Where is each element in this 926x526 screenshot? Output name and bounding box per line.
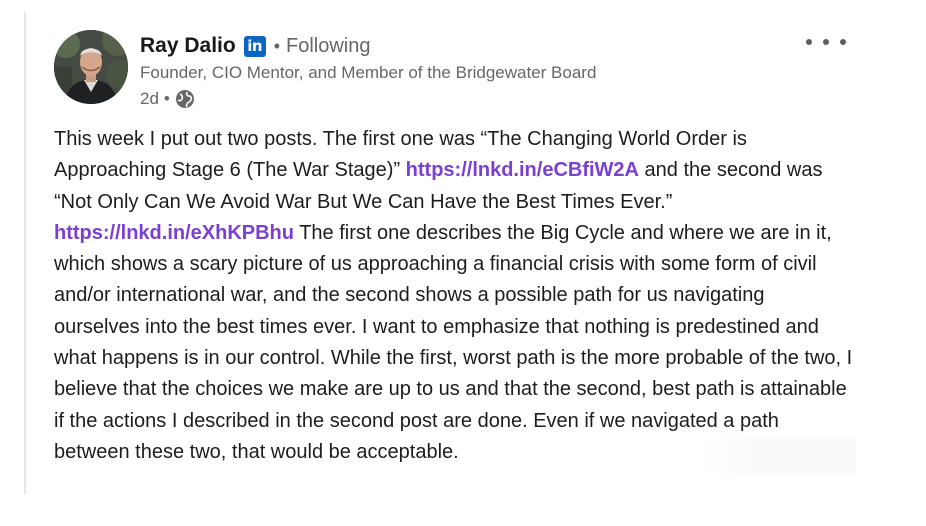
profile-photo xyxy=(54,30,128,104)
author-line: Ray Dalio in • Following xyxy=(140,32,371,60)
post-body: This week I put out two posts. The first… xyxy=(54,124,854,468)
avatar[interactable] xyxy=(54,30,128,104)
following-status[interactable]: Following xyxy=(286,35,370,58)
menu-dot xyxy=(840,39,846,45)
separator-dot: • xyxy=(163,89,170,108)
menu-dot xyxy=(806,39,812,45)
card-left-edge xyxy=(24,12,32,494)
menu-dot xyxy=(823,39,829,45)
post-link-2[interactable]: https://lnkd.in/eXhKPBhu xyxy=(54,222,294,244)
post-meta: 2d • xyxy=(140,88,195,110)
post-text: The first one describes the Big Cycle an… xyxy=(54,221,853,463)
post-link-1[interactable]: https://lnkd.in/eCBfiW2A xyxy=(406,159,639,181)
globe-icon xyxy=(175,89,195,109)
text-fade-overlay xyxy=(700,438,856,474)
separator-dot: • xyxy=(273,35,281,56)
author-headline: Founder, CIO Mentor, and Member of the B… xyxy=(140,63,597,82)
more-options-icon[interactable] xyxy=(806,30,846,54)
linkedin-icon: in xyxy=(243,35,266,57)
post-time: 2d xyxy=(140,89,159,108)
author-name[interactable]: Ray Dalio xyxy=(140,34,236,58)
